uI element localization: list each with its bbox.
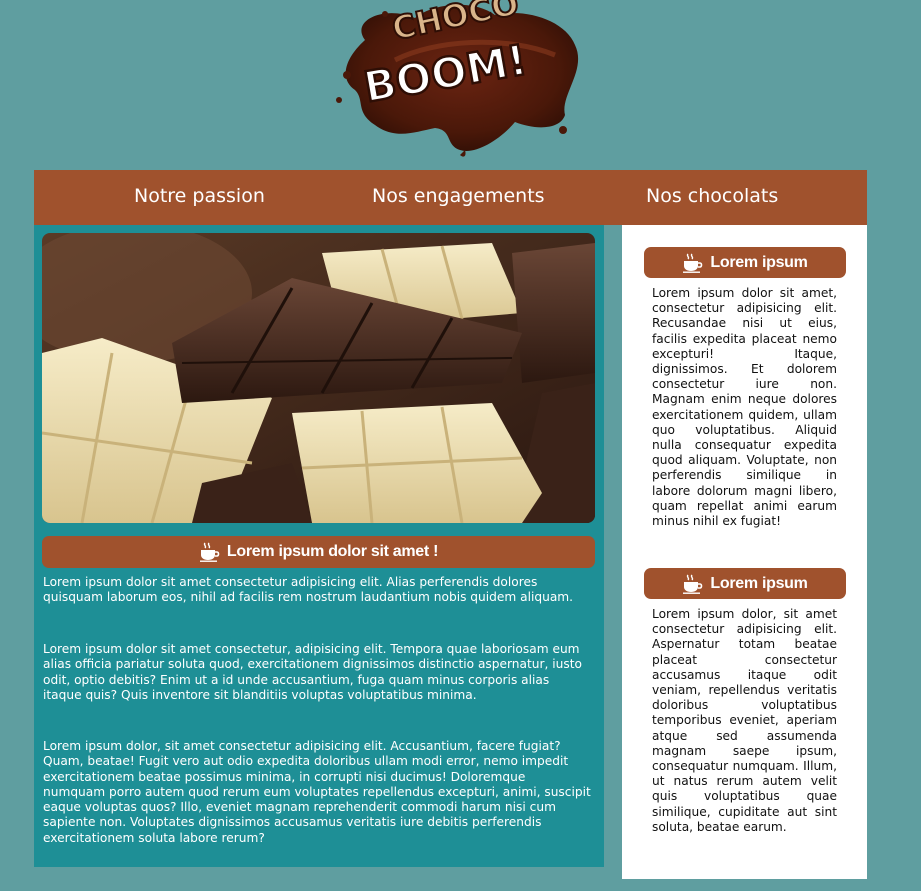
sidebar: Lorem ipsum Lorem ipsum dolor sit amet, …	[622, 225, 867, 879]
coffee-cup-icon	[683, 574, 703, 594]
main-section-banner: Lorem ipsum dolor sit amet !	[42, 536, 595, 568]
main-content: Lorem ipsum dolor sit amet ! Lorem ipsum…	[34, 225, 604, 867]
hero-image-chocolate	[42, 233, 595, 523]
sidebar-banner-2: Lorem ipsum	[644, 568, 846, 599]
chocolate-bars-picture	[42, 233, 595, 523]
main-banner-title: Lorem ipsum dolor sit amet !	[226, 543, 439, 560]
main-navigation: Notre passion Nos engagements Nos chocol…	[34, 170, 867, 225]
sidebar-banner-1: Lorem ipsum	[644, 247, 846, 278]
nav-link-nos-engagements[interactable]: Nos engagements	[372, 185, 545, 207]
coffee-cup-icon	[683, 253, 703, 273]
sidebar-banner-1-title: Lorem ipsum	[710, 253, 808, 271]
main-paragraph-1: Lorem ipsum dolor sit amet consectetur a…	[43, 575, 574, 605]
choco-boom-logo[interactable]: CHOCO BOOM!	[325, 0, 580, 158]
coffee-cup-icon	[199, 542, 220, 562]
logo-graphic: CHOCO BOOM!	[336, 0, 579, 157]
sidebar-text-1: Lorem ipsum dolor sit amet, consectetur …	[652, 286, 837, 529]
sidebar-banner-2-title: Lorem ipsum	[710, 574, 808, 592]
sidebar-text-2: Lorem ipsum dolor, sit amet consectetur …	[652, 607, 837, 834]
main-paragraph-2: Lorem ipsum dolor sit amet consectetur, …	[43, 642, 582, 702]
nav-link-notre-passion[interactable]: Notre passion	[134, 185, 265, 207]
main-paragraph-3: Lorem ipsum dolor, sit amet consectetur …	[43, 739, 591, 845]
nav-link-nos-chocolats[interactable]: Nos chocolats	[646, 185, 778, 207]
